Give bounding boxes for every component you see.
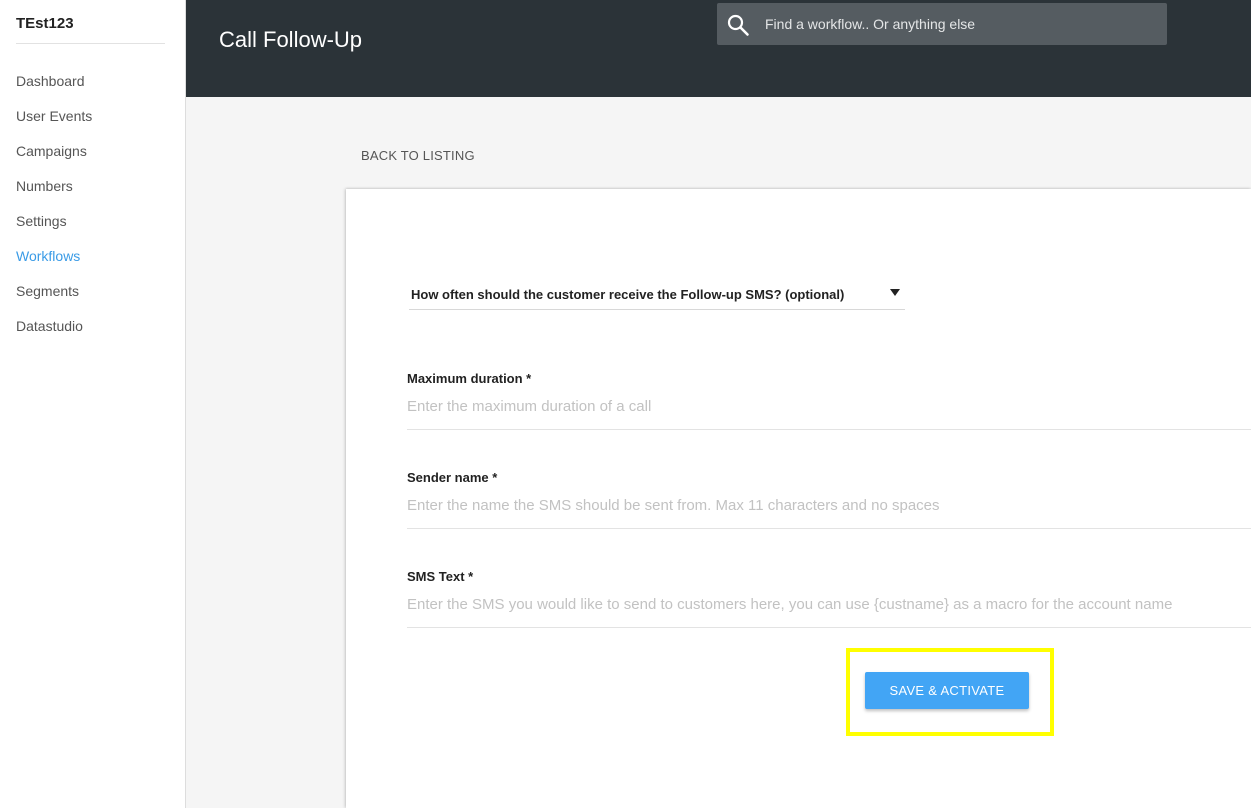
search-icon[interactable] [726,13,750,37]
sidebar-item-user-events[interactable]: User Events [0,99,185,134]
account-name[interactable]: TEst123 [16,15,74,32]
sidebar-item-segments[interactable]: Segments [0,274,185,309]
sidebar-item-campaigns[interactable]: Campaigns [0,134,185,169]
max-duration-label: Maximum duration * [407,371,532,386]
sms-text-input[interactable] [407,589,1247,619]
sender-name-field: Sender name * [407,470,1251,529]
sidebar-item-settings[interactable]: Settings [0,204,185,239]
max-duration-input[interactable] [407,391,1247,421]
sidebar-divider [16,43,165,44]
workflow-form-card: How often should the customer receive th… [346,189,1251,808]
search-input[interactable] [765,3,1155,45]
save-activate-button[interactable]: SAVE & ACTIVATE [865,672,1029,709]
sender-name-input[interactable] [407,490,1247,520]
sms-text-label: SMS Text * [407,569,474,584]
sender-name-label: Sender name * [407,470,498,485]
sms-text-field: SMS Text * [407,569,1251,628]
sidebar-item-workflows[interactable]: Workflows [0,239,185,274]
page-title: Call Follow-Up [219,26,363,52]
frequency-select[interactable]: How often should the customer receive th… [409,285,905,310]
app-root: TEst123 Dashboard User Events Campaigns … [0,0,1251,808]
frequency-select-value: How often should the customer receive th… [411,287,845,302]
dropdown-arrow-icon[interactable] [890,289,900,296]
header-bar: Call Follow-Up [186,0,1251,97]
sidebar-nav: Dashboard User Events Campaigns Numbers … [0,64,185,344]
sidebar: TEst123 Dashboard User Events Campaigns … [0,0,186,808]
back-to-listing-link[interactable]: BACK TO LISTING [361,148,475,163]
search-bar[interactable] [717,3,1167,45]
sidebar-item-datastudio[interactable]: Datastudio [0,309,185,344]
sidebar-item-numbers[interactable]: Numbers [0,169,185,204]
sidebar-item-dashboard[interactable]: Dashboard [0,64,185,99]
max-duration-field: Maximum duration * [407,371,1251,430]
